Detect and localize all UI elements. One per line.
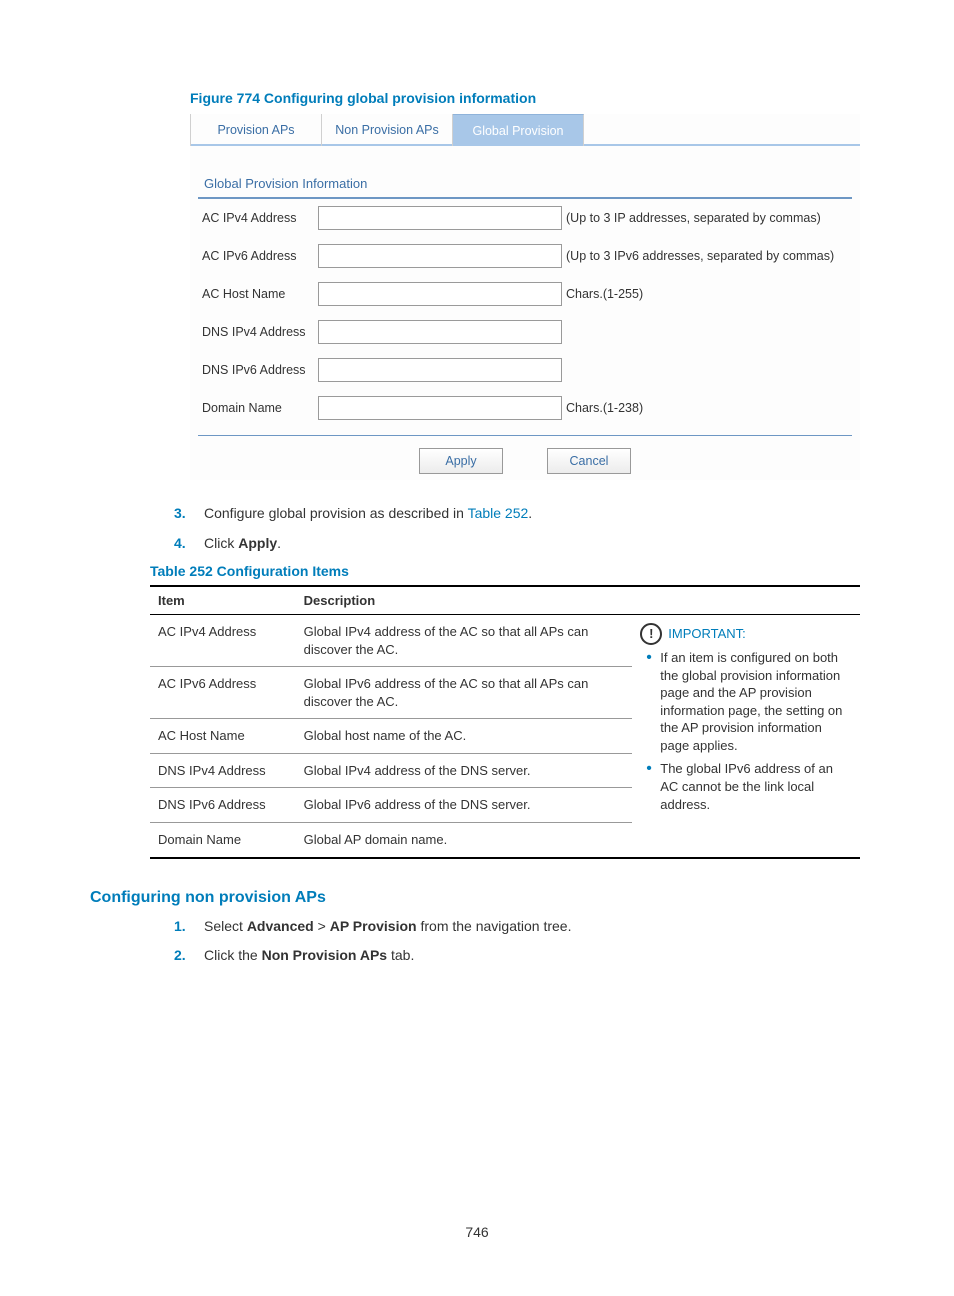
field-ac-hostname: AC Host Name Chars.(1-255) [190,275,860,313]
tab-provision-aps[interactable]: Provision APs [190,114,322,146]
field-label: AC Host Name [202,287,318,301]
col-desc: Description [296,586,633,615]
step-2: 2. Click the Non Provision APs tab. [174,946,864,966]
config-table: Item Description AC IPv4 Address Global … [150,585,860,858]
cell-item: Domain Name [150,823,296,858]
col-item: Item [150,586,296,615]
step-text: Click [204,535,238,551]
nav-advanced: Advanced [247,918,314,934]
field-ac-ipv6: AC IPv6 Address (Up to 3 IPv6 addresses,… [190,237,860,275]
field-label: AC IPv6 Address [202,249,318,263]
ac-ipv6-input[interactable] [318,244,562,268]
ac-hostname-input[interactable] [318,282,562,306]
step-number: 3. [174,504,186,524]
dns-ipv6-input[interactable] [318,358,562,382]
field-domain-name: Domain Name Chars.(1-238) [190,389,860,427]
step-text: tab. [387,947,414,963]
cancel-button[interactable]: Cancel [547,448,631,474]
field-hint: Chars.(1-238) [566,401,643,415]
cell-desc: Global IPv4 address of the DNS server. [296,753,633,788]
step-1: 1. Select Advanced > AP Provision from t… [174,917,864,937]
field-hint: (Up to 3 IP addresses, separated by comm… [566,211,821,225]
apply-bold: Apply [238,535,277,551]
apply-button[interactable]: Apply [419,448,503,474]
field-hint: Chars.(1-255) [566,287,643,301]
col-important [632,586,860,615]
step-text: Configure global provision as described … [204,505,468,521]
domain-name-input[interactable] [318,396,562,420]
field-label: AC IPv4 Address [202,211,318,225]
step-text: . [277,535,281,551]
figure-caption: Figure 774 Configuring global provision … [190,90,864,106]
panel-title: Global Provision Information [204,176,860,191]
tab-bar: Provision APs Non Provision APs Global P… [190,114,860,146]
step-text: from the navigation tree. [417,918,572,934]
field-label: DNS IPv6 Address [202,363,318,377]
cell-item: AC IPv6 Address [150,667,296,719]
important-icon: ! [640,623,662,645]
field-ac-ipv4: AC IPv4 Address (Up to 3 IP addresses, s… [190,199,860,237]
nav-ap-provision: AP Provision [330,918,417,934]
cell-item: DNS IPv4 Address [150,753,296,788]
important-item: If an item is configured on both the glo… [660,649,852,754]
step-number: 2. [174,946,186,966]
screenshot-panel: Provision APs Non Provision APs Global P… [190,114,860,480]
cell-desc: Global IPv6 address of the AC so that al… [296,667,633,719]
field-label: Domain Name [202,401,318,415]
dns-ipv4-input[interactable] [318,320,562,344]
tab-name-bold: Non Provision APs [262,947,388,963]
cell-item: AC Host Name [150,719,296,754]
cell-desc: Global AP domain name. [296,823,633,858]
ac-ipv4-input[interactable] [318,206,562,230]
tab-non-provision-aps[interactable]: Non Provision APs [322,114,453,146]
step-3: 3. Configure global provision as describ… [174,504,864,524]
field-hint: (Up to 3 IPv6 addresses, separated by co… [566,249,834,263]
table-252-link[interactable]: Table 252 [468,505,529,521]
step-number: 1. [174,917,186,937]
step-4: 4. Click Apply. [174,534,864,554]
section-heading: Configuring non provision APs [90,889,864,907]
field-dns-ipv4: DNS IPv4 Address [190,313,860,351]
important-item: The global IPv6 address of an AC cannot … [660,760,852,813]
cell-desc: Global IPv6 address of the DNS server. [296,788,633,823]
important-note: ! IMPORTANT: If an item is configured on… [632,615,860,858]
cell-item: AC IPv4 Address [150,615,296,667]
step-text: . [528,505,532,521]
cell-item: DNS IPv6 Address [150,788,296,823]
page-number: 746 [0,1224,954,1240]
cell-desc: Global host name of the AC. [296,719,633,754]
tab-global-provision[interactable]: Global Provision [453,114,584,146]
important-label: IMPORTANT: [668,625,746,643]
cell-desc: Global IPv4 address of the AC so that al… [296,615,633,667]
step-number: 4. [174,534,186,554]
step-text: Select [204,918,247,934]
table-caption: Table 252 Configuration Items [150,563,864,579]
field-label: DNS IPv4 Address [202,325,318,339]
field-dns-ipv6: DNS IPv6 Address [190,351,860,389]
step-text: Click the [204,947,262,963]
step-text: > [314,918,330,934]
